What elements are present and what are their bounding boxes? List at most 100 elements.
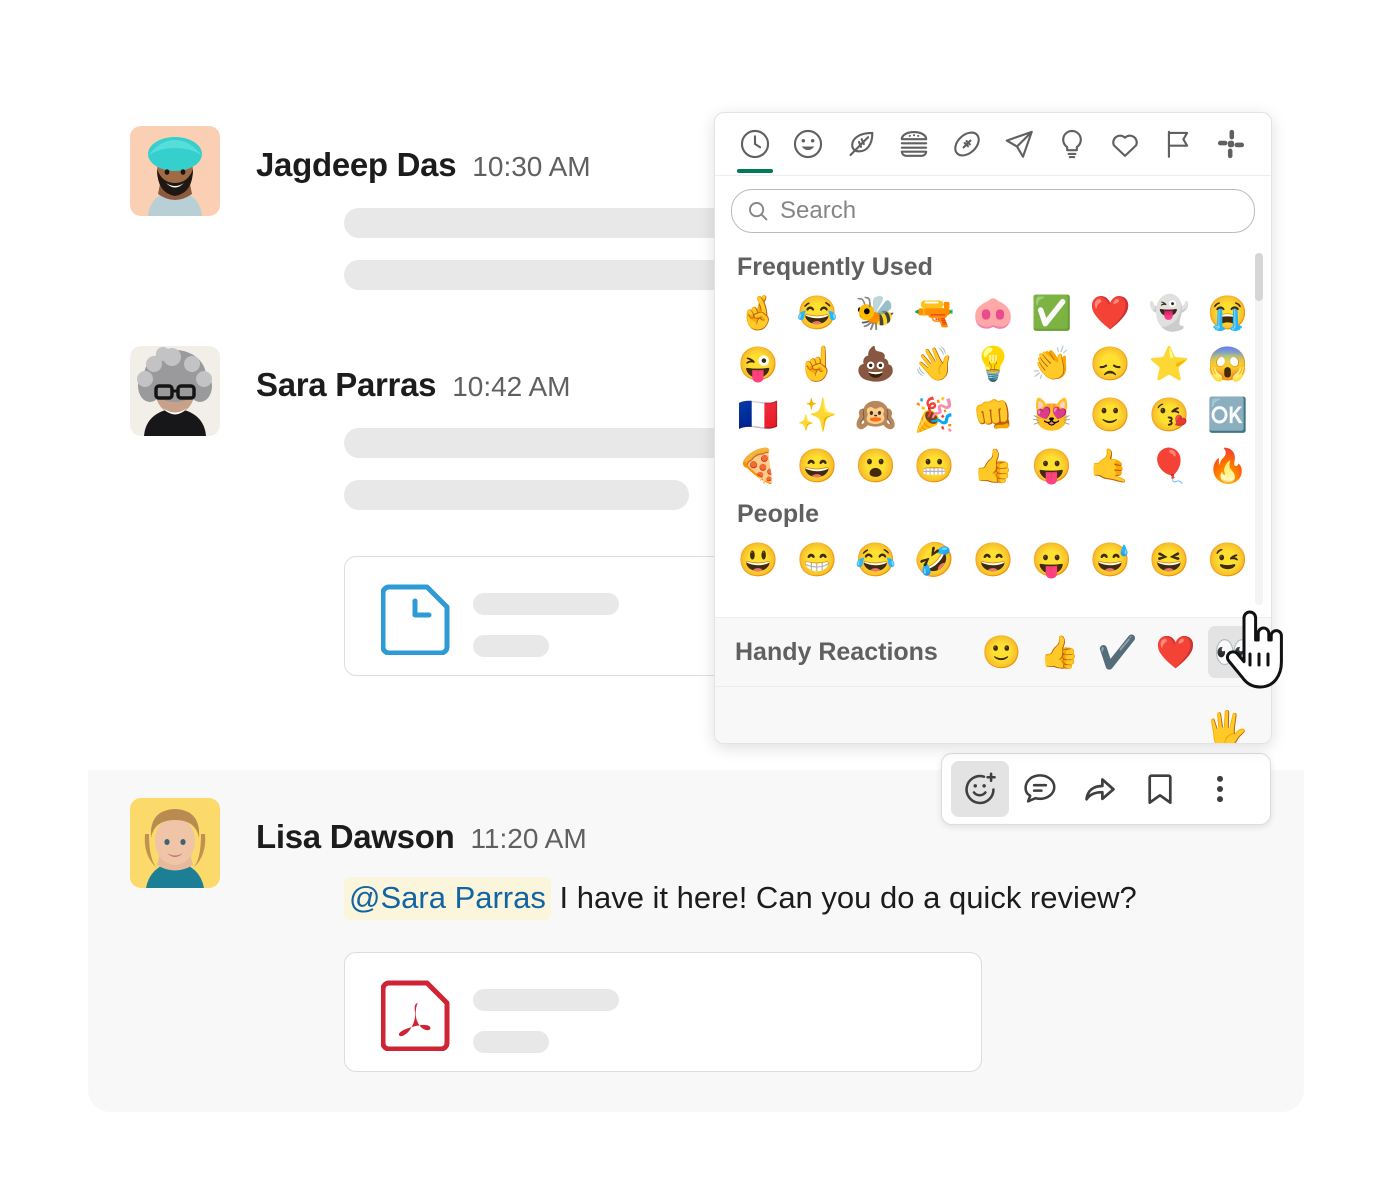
emoji-cell[interactable]: 😘 <box>1140 390 1199 439</box>
emoji-category-tabs[interactable] <box>715 113 1271 176</box>
reply-in-thread-button[interactable] <box>1011 761 1069 817</box>
emoji-cell[interactable]: 😁 <box>788 535 847 584</box>
emoji-cell[interactable]: 😻 <box>1022 390 1081 439</box>
message-timestamp[interactable]: 10:42 AM <box>452 371 570 403</box>
emoji-cell[interactable]: 🙉 <box>846 390 905 439</box>
tab-travel[interactable] <box>999 116 1039 172</box>
more-actions-button[interactable] <box>1191 761 1249 817</box>
tab-smileys[interactable] <box>788 116 828 172</box>
message-author[interactable]: Jagdeep Das <box>256 146 457 184</box>
emoji-cell[interactable]: 🎈 <box>1140 441 1199 490</box>
emoji-cell[interactable]: 😄 <box>964 535 1023 584</box>
save-message-button[interactable] <box>1131 761 1189 817</box>
tab-custom[interactable] <box>1211 116 1251 172</box>
handy-reactions-label: Handy Reactions <box>735 637 938 666</box>
handy-reactions-list[interactable]: 🙂 👍 ✔️ ❤️ 👀 <box>976 626 1266 678</box>
message-author[interactable]: Lisa Dawson <box>256 818 455 856</box>
message-header: Sara Parras 10:42 AM <box>256 366 571 404</box>
emoji-cell[interactable]: 😆 <box>1140 535 1199 584</box>
message-timestamp[interactable]: 11:20 AM <box>470 823 586 855</box>
emoji-cell[interactable]: 🎉 <box>905 390 964 439</box>
emoji-cell[interactable]: 👏 <box>1022 339 1081 388</box>
emoji-cell[interactable]: 🤙 <box>1081 441 1140 490</box>
emoji-cell[interactable]: 😃 <box>729 535 788 584</box>
attachment-title-placeholder <box>473 989 619 1011</box>
message-author[interactable]: Sara Parras <box>256 366 436 404</box>
emoji-cell[interactable]: 😞 <box>1081 339 1140 388</box>
emoji-cell[interactable]: 😛 <box>1022 535 1081 584</box>
emoji-cell[interactable]: 🐽 <box>964 288 1023 337</box>
emoji-cell[interactable]: 😱 <box>1198 339 1257 388</box>
emoji-cell[interactable]: 🤞 <box>729 288 788 337</box>
emoji-cell[interactable]: 🙂 <box>1081 390 1140 439</box>
tab-selected-underline <box>737 169 774 173</box>
attachment-meta-placeholder <box>473 1031 549 1053</box>
tab-food[interactable] <box>894 116 934 172</box>
message-text: @Sara Parras I have it here! Can you do … <box>344 877 1137 920</box>
emoji-cell[interactable]: 💩 <box>846 339 905 388</box>
emoji-cell[interactable]: 😛 <box>1022 441 1081 490</box>
avatar-jagdeep-das[interactable] <box>130 126 220 216</box>
emoji-search-wrapper: Search <box>715 176 1271 243</box>
attachment-meta-placeholder <box>473 635 549 657</box>
emoji-search-placeholder: Search <box>780 197 857 224</box>
emoji-cell[interactable]: 🇫🇷 <box>729 390 788 439</box>
attachment-title-placeholder <box>473 593 619 615</box>
avatar-lisa-dawson[interactable] <box>130 798 220 888</box>
emoji-picker-popover[interactable]: Search Frequently Used 🤞 😂 🐝 🔫 🐽 ✅ ❤️ 👻 😭 😜 ☝️ 💩 👋 💡 👏… <box>714 112 1272 744</box>
tab-flags[interactable] <box>1158 116 1198 172</box>
tab-frequently-used[interactable] <box>735 116 775 173</box>
message-header: Lisa Dawson 11:20 AM <box>256 818 587 856</box>
emoji-cell[interactable]: 😂 <box>788 288 847 337</box>
emoji-cell[interactable]: 😬 <box>905 441 964 490</box>
reaction-slight-smile[interactable]: 🙂 <box>976 626 1028 678</box>
emoji-cell[interactable]: 💡 <box>964 339 1023 388</box>
emoji-cell[interactable]: 😮 <box>846 441 905 490</box>
reaction-eyes[interactable]: 👀 <box>1207 626 1260 678</box>
emoji-scrollbar-thumb[interactable] <box>1255 253 1263 301</box>
emoji-cell[interactable]: 😂 <box>846 535 905 584</box>
tab-objects[interactable] <box>1052 116 1092 172</box>
handy-reactions-bar[interactable]: Handy Reactions 🙂 👍 ✔️ ❤️ 👀 <box>715 617 1271 687</box>
emoji-cell[interactable]: ✨ <box>788 390 847 439</box>
search-icon <box>749 202 768 221</box>
emoji-cell[interactable]: 🍕 <box>729 441 788 490</box>
attachment-card-pdf[interactable] <box>344 952 982 1072</box>
emoji-scroll-area[interactable]: Frequently Used 🤞 😂 🐝 🔫 🐽 ✅ ❤️ 👻 😭 😜 ☝️ 💩 👋 💡 👏 😞 ⭐ 😱 🇫🇷 ✨ 🙉… <box>715 243 1271 617</box>
avatar-sara-parras[interactable] <box>130 346 220 436</box>
message-timestamp[interactable]: 10:30 AM <box>472 151 590 183</box>
emoji-cell[interactable]: 😜 <box>729 339 788 388</box>
emoji-cell[interactable]: 😄 <box>788 441 847 490</box>
reaction-thumbs-up[interactable]: 👍 <box>1034 626 1086 678</box>
emoji-cell[interactable]: 🔫 <box>905 288 964 337</box>
emoji-cell[interactable]: 👋 <box>905 339 964 388</box>
emoji-cell[interactable]: 👍 <box>964 441 1023 490</box>
emoji-cell[interactable]: 🔥 <box>1198 441 1257 490</box>
tab-symbols[interactable] <box>1105 116 1145 172</box>
emoji-cell[interactable]: 😉 <box>1198 535 1257 584</box>
emoji-preview-footer: 🖐️ <box>715 687 1271 743</box>
emoji-search-input[interactable]: Search <box>731 189 1255 233</box>
forward-message-button[interactable] <box>1071 761 1129 817</box>
user-mention-sara-parras[interactable]: @Sara Parras <box>344 877 551 920</box>
emoji-cell[interactable]: 😭 <box>1198 288 1257 337</box>
emoji-cell[interactable]: 👊 <box>964 390 1023 439</box>
emoji-cell[interactable]: 🆗 <box>1198 390 1257 439</box>
reaction-red-heart[interactable]: ❤️ <box>1150 626 1202 678</box>
emoji-cell[interactable]: ⭐ <box>1140 339 1199 388</box>
emoji-cell[interactable]: 👻 <box>1140 288 1199 337</box>
add-reaction-button[interactable] <box>951 761 1009 817</box>
emoji-cell[interactable]: 🤣 <box>905 535 964 584</box>
reaction-check-mark[interactable]: ✔️ <box>1092 626 1144 678</box>
tab-nature[interactable] <box>841 116 881 172</box>
message-actions-toolbar[interactable] <box>941 753 1271 825</box>
emoji-cell[interactable]: 😅 <box>1081 535 1140 584</box>
emoji-grid-people[interactable]: 😃 😁 😂 🤣 😄 😛 😅 😆 😉 <box>715 535 1271 584</box>
emoji-cell[interactable]: ☝️ <box>788 339 847 388</box>
emoji-cell[interactable]: ❤️ <box>1081 288 1140 337</box>
emoji-cell[interactable]: 🐝 <box>846 288 905 337</box>
tab-activity[interactable] <box>947 116 987 172</box>
emoji-grid-frequently-used[interactable]: 🤞 😂 🐝 🔫 🐽 ✅ ❤️ 👻 😭 😜 ☝️ 💩 👋 💡 👏 😞 ⭐ 😱 🇫🇷 ✨ 🙉 🎉 👊 😻 🙂 😘 🆗 🍕 😄 😮 😬 👍 😛 🤙 🎈 🔥 <box>715 288 1271 490</box>
emoji-scrollbar-track[interactable] <box>1255 253 1263 605</box>
emoji-cell[interactable]: ✅ <box>1022 288 1081 337</box>
